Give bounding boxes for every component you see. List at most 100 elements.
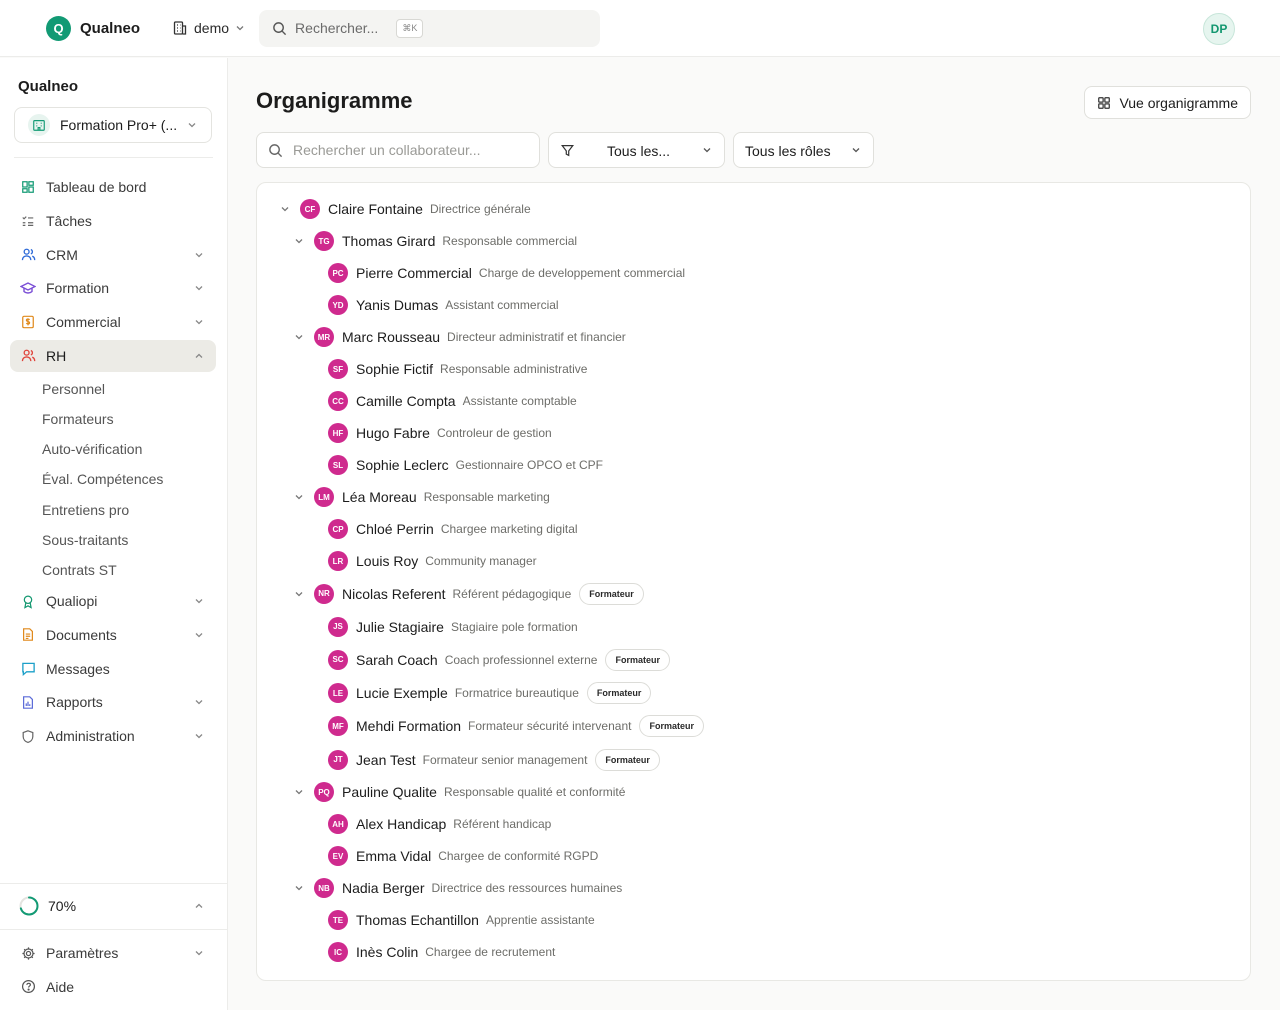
org-tree-row[interactable]: YD Yanis Dumas Assistant commercial: [257, 289, 1250, 321]
sidebar-item-messages[interactable]: Messages: [10, 653, 216, 685]
employee-name[interactable]: Sophie Fictif: [356, 361, 433, 377]
org-tree-row[interactable]: SL Sophie Leclerc Gestionnaire OPCO et CPF: [257, 449, 1250, 481]
organization-select[interactable]: Formation Pro+ (...: [14, 107, 212, 143]
sidebar-item-parametres[interactable]: Paramètres: [10, 937, 216, 969]
sidebar-item-dashboard[interactable]: Tableau de bord: [10, 171, 216, 203]
employee-name[interactable]: Julie Stagiaire: [356, 619, 444, 635]
employee-name[interactable]: Pauline Qualite: [342, 784, 437, 800]
employee-name[interactable]: Pierre Commercial: [356, 265, 472, 281]
employee-name[interactable]: Sarah Coach: [356, 652, 438, 668]
org-tree-row[interactable]: JS Julie Stagiaire Stagiaire pole formatio…: [257, 610, 1250, 643]
org-tree-row[interactable]: CC Camille Compta Assistante comptable: [257, 385, 1250, 417]
sidebar-item-commercial[interactable]: Commercial: [10, 306, 216, 338]
employee-name[interactable]: Lucie Exemple: [356, 685, 448, 701]
org-tree-row[interactable]: TE Thomas Echantillon Apprentie assistante: [257, 904, 1250, 936]
org-tree-row[interactable]: HF Hugo Fabre Controleur de gestion: [257, 417, 1250, 449]
employee-name[interactable]: Chloé Perrin: [356, 521, 434, 537]
chevron-up-icon: [195, 903, 203, 908]
workspace-switcher[interactable]: demo: [172, 20, 245, 36]
org-tree-row[interactable]: IC Inès Colin Chargee de recrutement: [257, 936, 1250, 968]
sidebar-subitem-personnel[interactable]: Personnel: [10, 374, 216, 404]
chevron-down-icon[interactable]: [292, 490, 306, 504]
report-icon: [20, 694, 36, 710]
trainer-badge: Formateur: [586, 682, 652, 705]
org-tree-row[interactable]: JT Jean Test Formateur senior management Fo…: [257, 743, 1250, 776]
brand[interactable]: Q Qualneo: [46, 15, 140, 41]
collaborator-search-input[interactable]: [293, 142, 533, 158]
sidebar-subitem-auto-verification[interactable]: Auto-vérification: [10, 434, 216, 464]
org-tree-row[interactable]: NR Nicolas Referent Référent pédagogique Fo…: [257, 577, 1250, 610]
org-tree-row[interactable]: SC Sarah Coach Coach professionnel externe…: [257, 643, 1250, 676]
sidebar-subitem-entretiens-pro[interactable]: Entretiens pro: [10, 495, 216, 525]
employee-role: Responsable administrative: [440, 362, 588, 376]
org-tree-row[interactable]: CP Chloé Perrin Chargee marketing digital: [257, 513, 1250, 545]
department-filter[interactable]: Tous les...: [548, 132, 725, 168]
sidebar-subitem-eval-competences[interactable]: Éval. Compétences: [10, 464, 216, 494]
org-tree-row[interactable]: LE Lucie Exemple Formatrice bureautique For…: [257, 677, 1250, 710]
employee-name[interactable]: Nadia Berger: [342, 880, 425, 896]
sidebar-item-administration[interactable]: Administration: [10, 720, 216, 752]
employee-name[interactable]: Louis Roy: [356, 553, 418, 569]
sidebar-item-documents[interactable]: Documents: [10, 619, 216, 651]
employee-role: Formateur sécurité intervenant: [468, 719, 632, 734]
sidebar-item-qualiopi[interactable]: Qualiopi: [10, 585, 216, 617]
org-tree-row[interactable]: AH Alex Handicap Référent handicap: [257, 808, 1250, 840]
employee-name[interactable]: Inès Colin: [356, 944, 418, 960]
sidebar-item-tasks[interactable]: Tâches: [10, 205, 216, 237]
chevron-down-icon[interactable]: [292, 785, 306, 799]
avatar: SL: [328, 455, 348, 475]
user-avatar[interactable]: DP: [1203, 13, 1235, 45]
employee-name[interactable]: Thomas Echantillon: [356, 912, 479, 928]
sidebar-item-crm[interactable]: CRM: [10, 239, 216, 271]
employee-name[interactable]: Sophie Leclerc: [356, 457, 449, 473]
employee-name[interactable]: Nicolas Referent: [342, 586, 446, 602]
sidebar-item-rapports[interactable]: Rapports: [10, 686, 216, 718]
employee-name[interactable]: Hugo Fabre: [356, 425, 430, 441]
chevron-down-icon[interactable]: [292, 881, 306, 895]
employee-name[interactable]: Alex Handicap: [356, 816, 446, 832]
org-tree-row[interactable]: MF Mehdi Formation Formateur sécurité inte…: [257, 710, 1250, 743]
org-tree-row[interactable]: MR Marc Rousseau Directeur administratif e…: [257, 321, 1250, 353]
onboarding-progress[interactable]: 70%: [10, 890, 216, 922]
collaborator-search[interactable]: [256, 132, 540, 168]
org-tree-row[interactable]: TG Thomas Girard Responsable commercial: [257, 225, 1250, 257]
view-orgchart-button[interactable]: Vue organigramme: [1084, 86, 1251, 119]
sidebar-subitem-sous-traitants[interactable]: Sous-traitants: [10, 525, 216, 555]
employee-name[interactable]: Thomas Girard: [342, 233, 435, 249]
org-tree-row[interactable]: PC Pierre Commercial Charge de developpeme…: [257, 257, 1250, 289]
employee-name[interactable]: Claire Fontaine: [328, 201, 423, 217]
role-filter[interactable]: Tous les rôles: [733, 132, 874, 168]
sidebar-item-rh[interactable]: RH: [10, 339, 216, 372]
org-tree-row[interactable]: SF Sophie Fictif Responsable administrativ…: [257, 353, 1250, 385]
org-tree-row[interactable]: NB Nadia Berger Directrice des ressources …: [257, 872, 1250, 904]
avatar: JS: [328, 616, 348, 637]
org-tree-row[interactable]: EV Emma Vidal Chargee de conformité RGPD: [257, 840, 1250, 872]
chevron-down-icon[interactable]: [292, 234, 306, 248]
employee-role: Chargee de conformité RGPD: [438, 849, 599, 864]
org-tree-row[interactable]: CF Claire Fontaine Directrice générale: [257, 193, 1250, 225]
progress-ring-icon: [19, 896, 39, 916]
sidebar-item-label: Tableau de bord: [46, 179, 147, 195]
org-tree-row[interactable]: LM Léa Moreau Responsable marketing: [257, 481, 1250, 513]
chevron-down-icon[interactable]: [278, 202, 292, 216]
page-title: Organigramme: [256, 88, 413, 113]
employee-role: Formatrice bureautique: [454, 686, 579, 701]
employee-name[interactable]: Emma Vidal: [356, 848, 431, 864]
employee-name[interactable]: Léa Moreau: [342, 489, 417, 505]
sidebar-item-formation[interactable]: Formation: [10, 272, 216, 304]
chevron-down-icon[interactable]: [292, 330, 306, 344]
global-search[interactable]: Rechercher... ⌘K: [259, 9, 601, 47]
org-tree-row[interactable]: LR Louis Roy Community manager: [257, 545, 1250, 577]
sidebar-subitem-contrats-st[interactable]: Contrats ST: [10, 555, 216, 585]
org-tree-row[interactable]: PQ Pauline Qualite Responsable qualité et …: [257, 776, 1250, 808]
sidebar-subitem-formateurs[interactable]: Formateurs: [10, 404, 216, 434]
employee-name[interactable]: Marc Rousseau: [342, 329, 440, 345]
employee-name[interactable]: Mehdi Formation: [356, 718, 461, 734]
chevron-down-icon[interactable]: [292, 587, 306, 601]
employee-name[interactable]: Yanis Dumas: [356, 297, 438, 313]
employee-name[interactable]: Camille Compta: [356, 393, 456, 409]
sidebar-item-aide[interactable]: Aide: [10, 971, 216, 1003]
employee-name[interactable]: Jean Test: [356, 752, 416, 768]
